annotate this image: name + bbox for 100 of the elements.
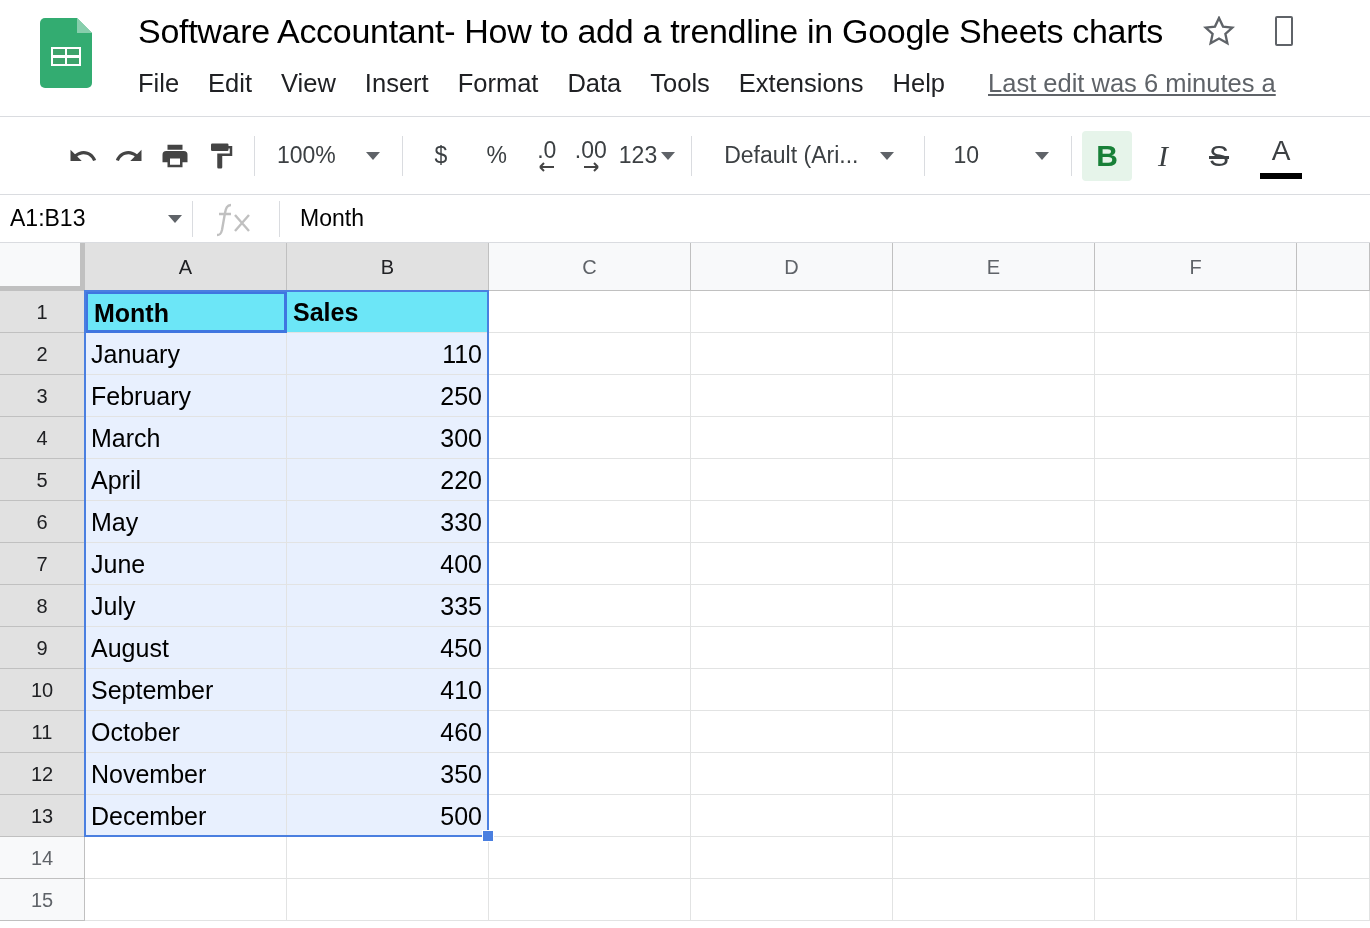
row-header[interactable]: 14: [0, 837, 85, 879]
row-header[interactable]: 4: [0, 417, 85, 459]
table-cell[interactable]: [691, 585, 893, 627]
menu-item[interactable]: Format: [457, 68, 539, 98]
last-edit-link[interactable]: Last edit was 6 minutes a: [988, 68, 1276, 98]
table-cell[interactable]: [1095, 585, 1297, 627]
table-cell[interactable]: [489, 627, 691, 669]
row-header[interactable]: 15: [0, 879, 85, 921]
table-cell[interactable]: [1095, 333, 1297, 375]
name-box[interactable]: A1:B13: [0, 205, 192, 232]
table-cell[interactable]: [691, 333, 893, 375]
row-header[interactable]: 13: [0, 795, 85, 837]
font-size-dropdown[interactable]: 10: [935, 130, 1061, 181]
table-cell[interactable]: January: [85, 333, 287, 375]
table-cell[interactable]: [893, 627, 1095, 669]
column-header[interactable]: F: [1095, 243, 1297, 291]
table-cell[interactable]: [1297, 669, 1370, 711]
table-cell[interactable]: [1095, 627, 1297, 669]
table-cell[interactable]: 500: [287, 795, 489, 837]
table-cell[interactable]: Sales: [287, 291, 489, 333]
table-cell[interactable]: [893, 753, 1095, 795]
table-cell[interactable]: 450: [287, 627, 489, 669]
table-cell[interactable]: [489, 753, 691, 795]
fill-handle[interactable]: [482, 830, 494, 842]
table-cell[interactable]: [1297, 543, 1370, 585]
table-cell[interactable]: 110: [287, 333, 489, 375]
table-cell[interactable]: [489, 291, 691, 333]
row-header[interactable]: 12: [0, 753, 85, 795]
decrease-decimals-button[interactable]: .0: [524, 130, 569, 181]
table-cell[interactable]: May: [85, 501, 287, 543]
table-cell[interactable]: [691, 837, 893, 879]
table-cell[interactable]: [1095, 879, 1297, 921]
table-cell[interactable]: November: [85, 753, 287, 795]
table-cell[interactable]: [489, 501, 691, 543]
currency-format-button[interactable]: $: [418, 130, 463, 181]
table-cell[interactable]: [691, 375, 893, 417]
column-header[interactable]: D: [691, 243, 893, 291]
column-header[interactable]: C: [489, 243, 691, 291]
percent-format-button[interactable]: %: [474, 130, 519, 181]
table-cell[interactable]: [1297, 333, 1370, 375]
table-cell[interactable]: [1095, 417, 1297, 459]
table-cell[interactable]: [893, 333, 1095, 375]
table-cell[interactable]: [489, 417, 691, 459]
table-cell[interactable]: 330: [287, 501, 489, 543]
column-header[interactable]: A: [85, 243, 287, 291]
column-header[interactable]: B: [287, 243, 489, 291]
table-cell[interactable]: [1297, 879, 1370, 921]
table-cell[interactable]: [489, 669, 691, 711]
table-cell[interactable]: [489, 375, 691, 417]
table-cell[interactable]: [691, 291, 893, 333]
table-cell[interactable]: [1095, 753, 1297, 795]
menu-item[interactable]: Tools: [650, 68, 710, 98]
table-cell[interactable]: [1095, 375, 1297, 417]
italic-button[interactable]: I: [1138, 130, 1188, 181]
increase-decimals-button[interactable]: .00: [568, 130, 613, 181]
row-header[interactable]: 6: [0, 501, 85, 543]
table-cell[interactable]: [1297, 501, 1370, 543]
table-cell[interactable]: [85, 879, 287, 921]
bold-button[interactable]: B: [1082, 130, 1132, 181]
table-cell[interactable]: [1297, 459, 1370, 501]
row-header[interactable]: 5: [0, 459, 85, 501]
table-cell[interactable]: [1297, 753, 1370, 795]
table-cell[interactable]: [1095, 291, 1297, 333]
table-cell[interactable]: [691, 543, 893, 585]
table-cell[interactable]: June: [85, 543, 287, 585]
table-cell[interactable]: [893, 417, 1095, 459]
table-cell[interactable]: [893, 795, 1095, 837]
table-cell[interactable]: 410: [287, 669, 489, 711]
table-cell[interactable]: [893, 879, 1095, 921]
table-cell[interactable]: [1095, 459, 1297, 501]
table-cell[interactable]: April: [85, 459, 287, 501]
table-cell[interactable]: [1297, 711, 1370, 753]
table-cell[interactable]: 460: [287, 711, 489, 753]
table-cell[interactable]: [691, 459, 893, 501]
text-color-button[interactable]: A: [1260, 132, 1302, 179]
table-cell[interactable]: [85, 837, 287, 879]
table-cell[interactable]: August: [85, 627, 287, 669]
table-cell[interactable]: March: [85, 417, 287, 459]
table-cell[interactable]: 250: [287, 375, 489, 417]
table-cell[interactable]: [893, 375, 1095, 417]
row-header[interactable]: 2: [0, 333, 85, 375]
table-cell[interactable]: 350: [287, 753, 489, 795]
table-cell[interactable]: September: [85, 669, 287, 711]
table-cell[interactable]: [489, 543, 691, 585]
row-header[interactable]: 7: [0, 543, 85, 585]
table-cell[interactable]: [1095, 501, 1297, 543]
row-header[interactable]: 10: [0, 669, 85, 711]
zoom-dropdown[interactable]: 100%: [265, 130, 392, 181]
table-cell[interactable]: [1095, 669, 1297, 711]
menu-item[interactable]: File: [138, 68, 180, 98]
row-header[interactable]: 9: [0, 627, 85, 669]
menu-item[interactable]: Help: [892, 68, 945, 98]
row-header[interactable]: 3: [0, 375, 85, 417]
table-cell[interactable]: 300: [287, 417, 489, 459]
table-cell[interactable]: [489, 585, 691, 627]
table-cell[interactable]: October: [85, 711, 287, 753]
font-dropdown[interactable]: Default (Ari...: [702, 130, 915, 181]
strikethrough-button[interactable]: S: [1194, 130, 1244, 181]
table-cell[interactable]: [893, 501, 1095, 543]
formula-input[interactable]: Month: [300, 205, 364, 232]
